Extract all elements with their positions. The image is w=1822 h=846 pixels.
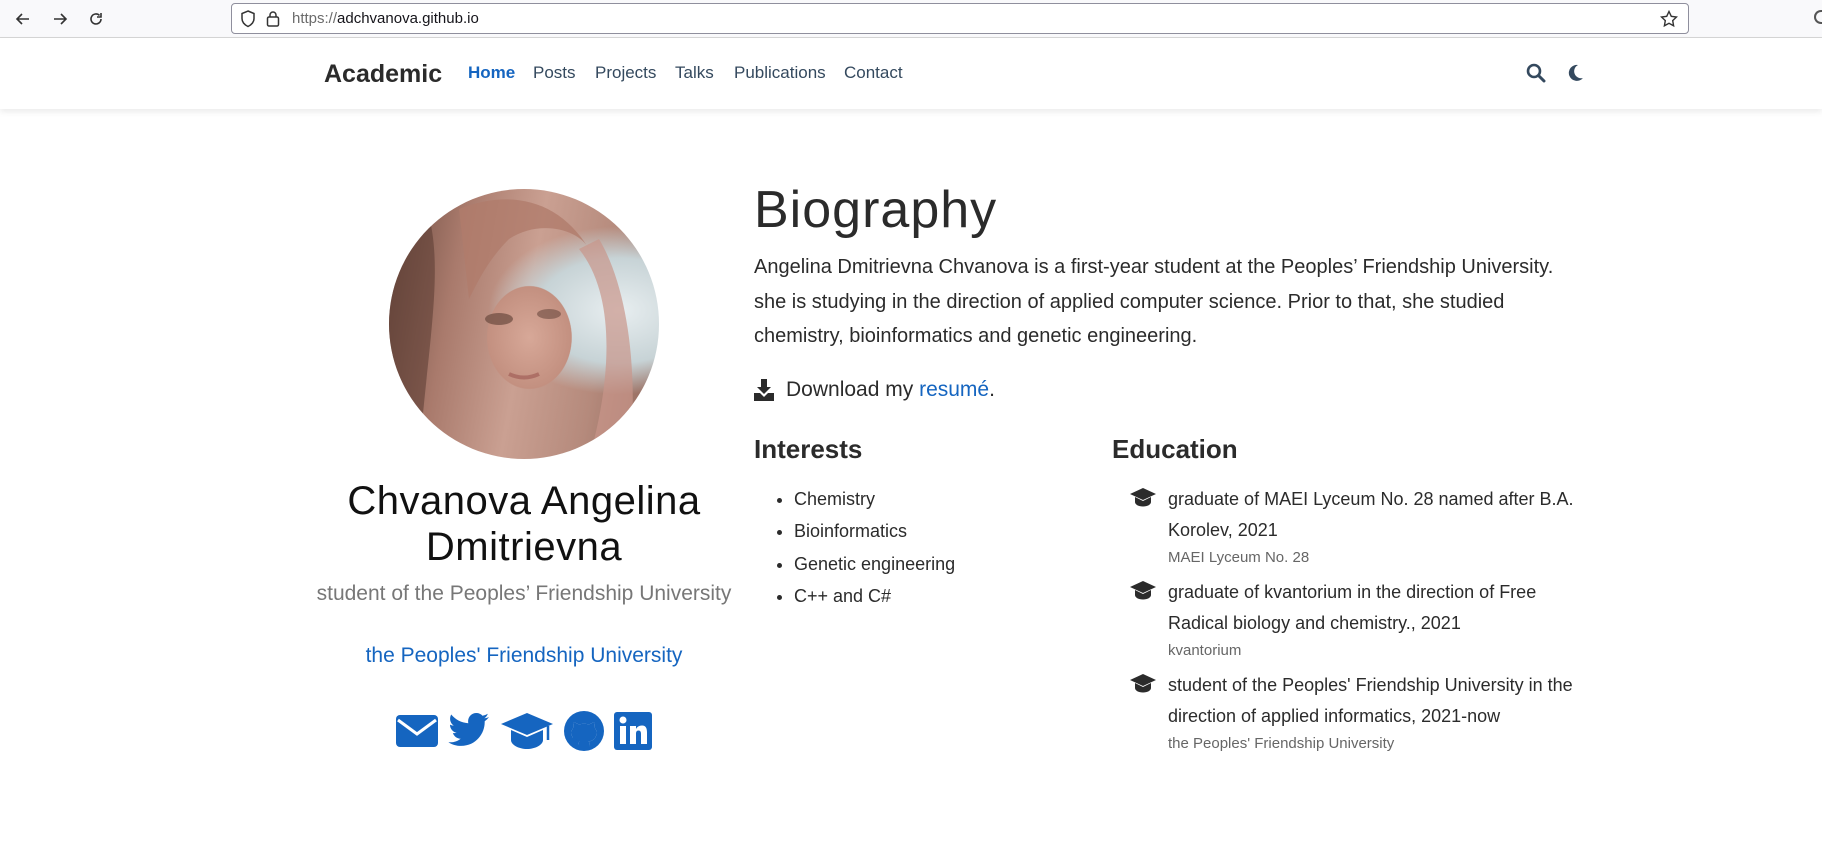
scholar-link[interactable] [500, 711, 554, 751]
nav-link-posts[interactable]: Posts [533, 63, 576, 83]
education-title: Education [1112, 434, 1238, 464]
interest-item: Genetic engineering [794, 553, 955, 585]
education-institution: the Peoples' Friendship University [1168, 735, 1395, 752]
nav-link-home[interactable]: Home [468, 63, 515, 83]
download-icon [754, 379, 774, 401]
interest-item: C++ and C# [794, 585, 955, 617]
back-icon[interactable] [12, 8, 34, 30]
graduation-cap-icon [1130, 581, 1156, 600]
twitter-icon [448, 713, 489, 746]
url-bar[interactable]: https://adchvanova.github.io [231, 3, 1689, 34]
linkedin-link[interactable] [614, 711, 652, 751]
nav-link-contact[interactable]: Contact [844, 63, 903, 83]
reload-icon[interactable] [85, 8, 107, 30]
profile-name: Chvanova Angelina Dmitrievna [347, 479, 701, 569]
linkedin-icon [614, 712, 652, 750]
interests-title: Interests [754, 434, 863, 464]
interest-item: Chemistry [794, 488, 955, 520]
moon-icon[interactable] [1565, 63, 1585, 83]
url-host: adchvanova.github.io [337, 10, 479, 27]
graduation-cap-icon [501, 713, 553, 749]
nav-link-projects[interactable]: Projects [595, 63, 656, 83]
lock-icon[interactable] [266, 10, 280, 27]
graduation-cap-icon [1130, 674, 1156, 693]
avatar [389, 189, 659, 459]
github-link[interactable] [563, 711, 605, 751]
graduation-cap-icon [1130, 488, 1156, 507]
education-course: graduate of kvantorium in the direction … [1168, 582, 1537, 633]
profile-role: student of the Peoples’ Friendship Unive… [316, 582, 732, 605]
url-scheme: https:// [292, 10, 338, 27]
education-course: graduate of MAEI Lyceum No. 28 named aft… [1168, 489, 1574, 540]
search-icon[interactable] [1526, 63, 1546, 83]
github-icon [564, 711, 604, 751]
interests-list: Chemistry Bioinformatics Genetic enginee… [754, 488, 955, 617]
site-navbar: Academic Home Posts Projects Talks Publi… [0, 38, 1822, 109]
download-resume: Download my resumé. [754, 378, 995, 402]
education-institution: kvantorium [1168, 642, 1242, 659]
url-text[interactable]: https://adchvanova.github.io [292, 10, 479, 27]
download-prefix: Download my [786, 378, 914, 401]
biography-text: Angelina Dmitrievna Chvanova is a first-… [754, 256, 1554, 347]
profile-organization-link[interactable]: the Peoples' Friendship University [312, 644, 736, 668]
extension-icon[interactable] [1814, 10, 1822, 24]
shield-icon[interactable] [240, 10, 256, 28]
download-suffix: . [989, 378, 995, 401]
envelope-icon [396, 715, 438, 747]
biography-title: Biography [754, 181, 998, 239]
education-institution: MAEI Lyceum No. 28 [1168, 549, 1310, 566]
email-link[interactable] [396, 711, 438, 751]
site-brand[interactable]: Academic [324, 60, 442, 89]
bookmark-star-icon[interactable] [1660, 10, 1678, 28]
nav-link-publications[interactable]: Publications [734, 63, 826, 83]
interest-item: Bioinformatics [794, 520, 955, 552]
education-course: student of the Peoples' Friendship Unive… [1168, 675, 1573, 726]
forward-icon[interactable] [49, 8, 71, 30]
resume-link[interactable]: resumé [919, 378, 989, 402]
twitter-link[interactable] [448, 711, 490, 751]
browser-toolbar: https://adchvanova.github.io [0, 0, 1822, 38]
nav-link-talks[interactable]: Talks [675, 63, 714, 83]
